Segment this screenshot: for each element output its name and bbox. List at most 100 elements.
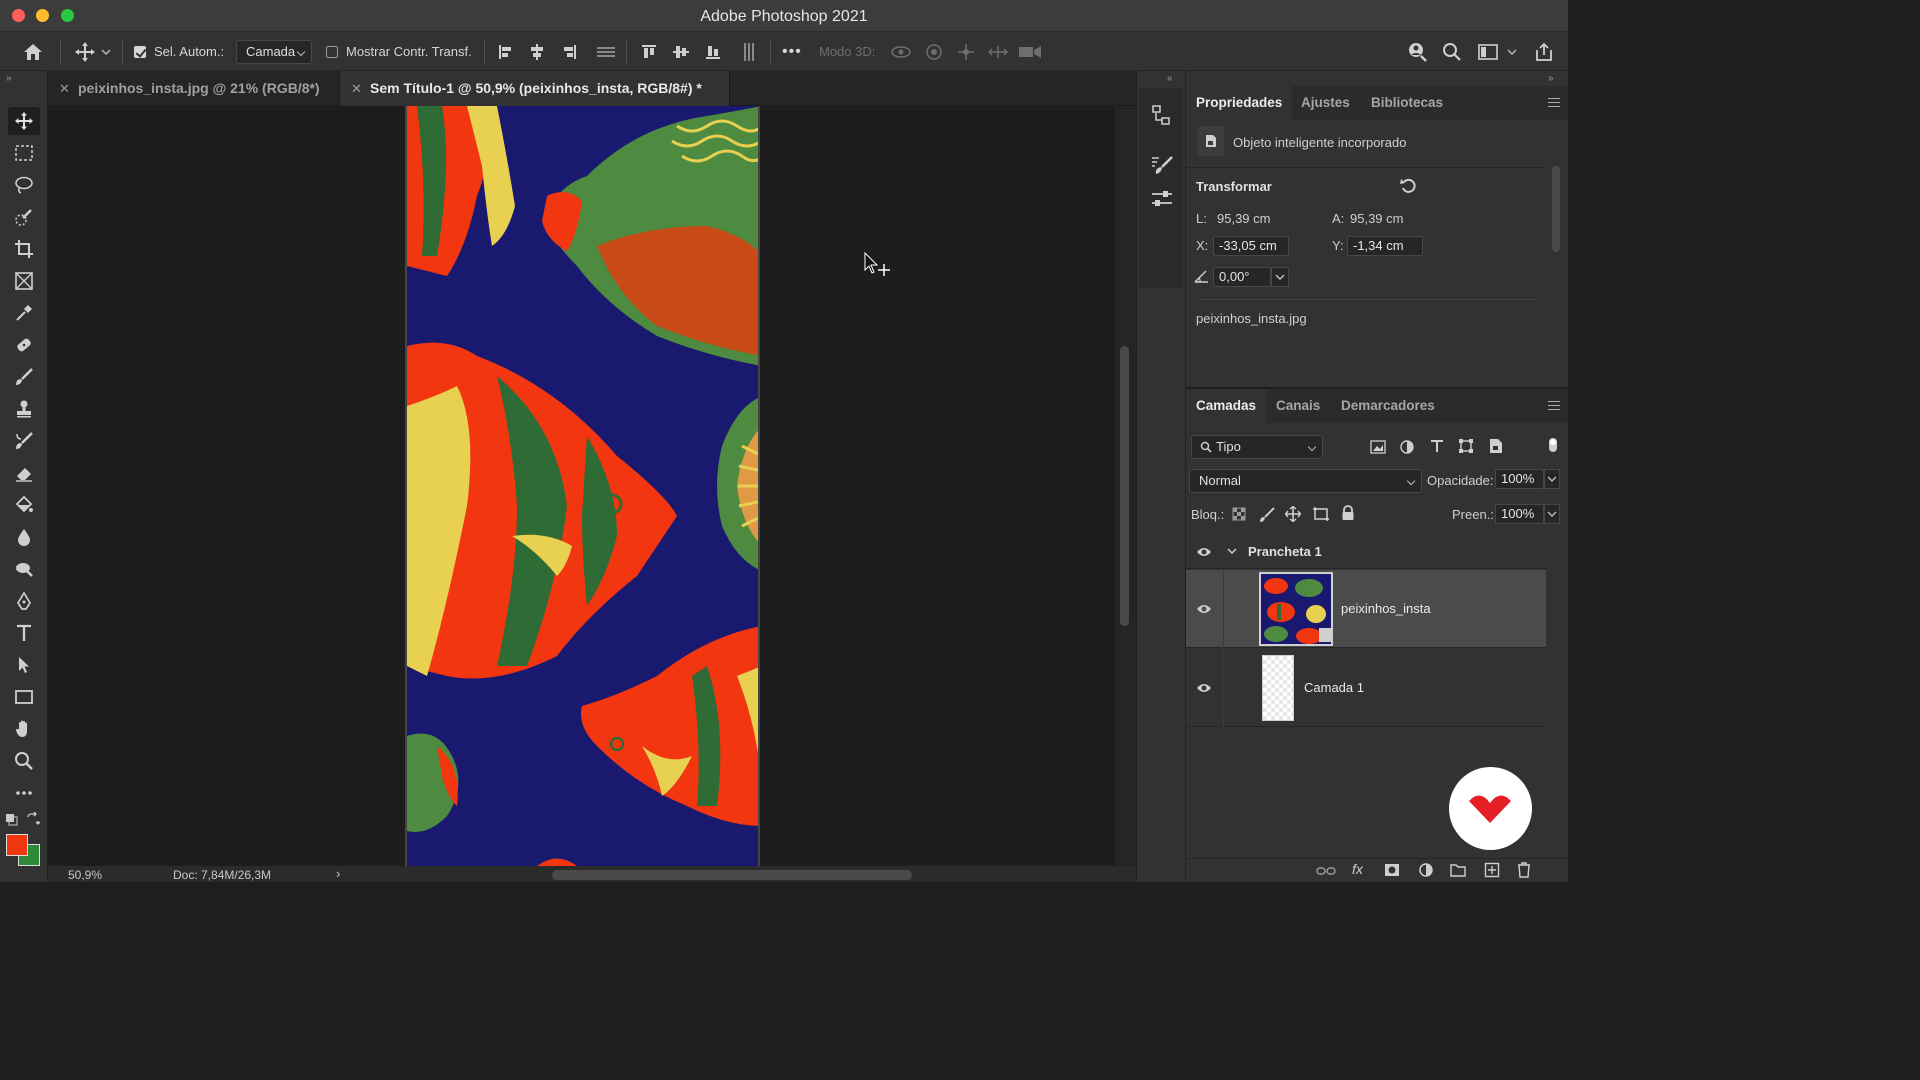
panel-menu-icon[interactable] — [1548, 98, 1560, 107]
checkbox-unchecked-icon[interactable] — [326, 45, 338, 58]
properties-scrollbar[interactable] — [1552, 166, 1560, 252]
fill-chevron-icon[interactable] — [1544, 504, 1560, 524]
close-tab-icon[interactable]: ✕ — [59, 71, 70, 106]
lock-artboard-icon[interactable] — [1312, 506, 1330, 525]
swap-colors-icon[interactable] — [26, 811, 41, 829]
filter-type-layer-icon[interactable] — [1429, 438, 1445, 457]
tab-bibliotecas[interactable]: Bibliotecas — [1361, 86, 1453, 120]
add-mask-icon[interactable] — [1384, 863, 1400, 880]
marquee-tool-icon[interactable] — [8, 139, 40, 167]
search-icon[interactable] — [1442, 32, 1462, 71]
new-layer-icon[interactable] — [1484, 862, 1500, 881]
layer-row[interactable]: Camada 1 — [1186, 649, 1546, 727]
tab-sem-titulo-1[interactable]: ✕ Sem Título-1 @ 50,9% (peixinhos_insta,… — [340, 71, 730, 106]
zoom-level[interactable]: 50,9% — [68, 868, 102, 882]
tab-demarcadores[interactable]: Demarcadores — [1331, 389, 1445, 423]
lock-transparent-pixels-icon[interactable] — [1232, 507, 1246, 524]
blur-tool-icon[interactable] — [8, 523, 40, 551]
blend-mode-dropdown[interactable]: Normal — [1189, 469, 1422, 493]
tab-canais[interactable]: Canais — [1266, 389, 1330, 423]
frame-tool-icon[interactable] — [8, 267, 40, 295]
lasso-tool-icon[interactable] — [8, 171, 40, 199]
share-icon[interactable] — [1534, 32, 1554, 71]
auto-select-checkbox[interactable]: Sel. Autom.: — [134, 32, 224, 71]
filter-toggle-icon[interactable] — [1548, 437, 1558, 453]
home-icon[interactable] — [22, 32, 44, 71]
3d-slide-icon[interactable] — [988, 32, 1008, 71]
adjustments-panel-icon[interactable] — [1150, 188, 1174, 213]
x-position-field[interactable]: -33,05 cm — [1213, 236, 1289, 256]
vertical-scrollbar[interactable] — [1115, 106, 1136, 866]
align-bottom-icon[interactable] — [704, 32, 722, 71]
align-top-icon[interactable] — [640, 32, 658, 71]
workspace-icon[interactable] — [1478, 32, 1518, 71]
filter-shape-layer-icon[interactable] — [1458, 438, 1474, 457]
more-options-button[interactable]: ••• — [782, 32, 802, 71]
distribute-vertical-icon[interactable] — [596, 32, 616, 71]
history-brush-tool-icon[interactable] — [8, 427, 40, 455]
eye-visibility-icon[interactable] — [1196, 546, 1212, 561]
reset-transform-icon[interactable] — [1399, 176, 1419, 199]
zoom-tool-icon[interactable] — [8, 747, 40, 775]
layer-filter-dropdown[interactable]: Tipo — [1191, 435, 1323, 459]
paint-bucket-tool-icon[interactable] — [8, 491, 40, 519]
collapse-dock-icon[interactable]: « — [1167, 73, 1173, 84]
lock-all-icon[interactable] — [1341, 505, 1355, 524]
layer-style-fx-icon[interactable]: fx — [1352, 861, 1363, 877]
layer-group-row[interactable]: Prancheta 1 — [1186, 535, 1546, 569]
distribute-horizontal-icon[interactable] — [740, 32, 758, 71]
dodge-tool-icon[interactable] — [8, 555, 40, 583]
default-colors-icon[interactable] — [5, 813, 19, 830]
show-transform-controls-checkbox[interactable]: Mostrar Contr. Transf. — [326, 32, 472, 71]
move-tool-icon[interactable] — [8, 107, 40, 135]
opacity-field[interactable]: 100% — [1495, 469, 1544, 489]
foreground-color-swatch[interactable] — [6, 834, 28, 856]
eyedropper-tool-icon[interactable] — [8, 299, 40, 327]
collapse-panels-icon[interactable]: » — [1548, 73, 1554, 84]
width-value[interactable]: 95,39 cm — [1217, 211, 1270, 226]
layer-row[interactable]: peixinhos_insta — [1186, 570, 1546, 648]
artboard-prancheta-1[interactable] — [405, 106, 760, 866]
search-people-icon[interactable] — [1406, 32, 1428, 71]
y-position-field[interactable]: -1,34 cm — [1347, 236, 1423, 256]
move-tool-preset-icon[interactable] — [74, 32, 112, 71]
opacity-chevron-icon[interactable] — [1544, 469, 1560, 489]
path-selection-tool-icon[interactable] — [8, 651, 40, 679]
expand-toolbar-icon[interactable]: » — [6, 73, 12, 84]
tab-propriedades[interactable]: Propriedades — [1186, 86, 1293, 120]
eye-visibility-icon[interactable] — [1196, 603, 1212, 618]
checkbox-checked-icon[interactable] — [134, 45, 146, 58]
filter-pixel-layer-icon[interactable] — [1370, 439, 1386, 458]
link-layers-icon[interactable] — [1316, 864, 1336, 881]
tab-camadas[interactable]: Camadas — [1186, 389, 1267, 423]
angle-dropdown-chevron-icon[interactable] — [1271, 267, 1289, 287]
rectangle-tool-icon[interactable] — [8, 683, 40, 711]
crop-tool-icon[interactable] — [8, 235, 40, 263]
lock-image-pixels-icon[interactable] — [1259, 507, 1275, 526]
filter-adjustment-layer-icon[interactable] — [1399, 439, 1415, 458]
align-left-icon[interactable] — [497, 32, 515, 71]
tab-ajustes[interactable]: Ajustes — [1291, 86, 1360, 120]
new-group-folder-icon[interactable] — [1450, 863, 1466, 880]
3d-pan-icon[interactable] — [956, 32, 976, 71]
new-adjustment-layer-icon[interactable] — [1418, 862, 1434, 881]
align-horizontal-center-icon[interactable] — [528, 32, 546, 71]
fill-field[interactable]: 100% — [1495, 504, 1544, 524]
quick-selection-tool-icon[interactable] — [8, 203, 40, 231]
delete-layer-trash-icon[interactable] — [1516, 862, 1532, 881]
3d-camera-icon[interactable] — [1018, 32, 1044, 71]
rotation-angle-field[interactable]: 0,00° — [1213, 267, 1271, 287]
3d-roll-icon[interactable] — [924, 32, 944, 71]
3d-orbit-icon[interactable] — [890, 32, 912, 71]
auto-select-target-dropdown[interactable]: Camada — [236, 39, 312, 64]
align-vertical-center-icon[interactable] — [672, 32, 690, 71]
status-menu-arrow-icon[interactable]: › — [336, 866, 340, 881]
clone-stamp-tool-icon[interactable] — [8, 395, 40, 423]
align-right-icon[interactable] — [560, 32, 578, 71]
horizontal-scrollbar[interactable] — [552, 870, 912, 880]
more-tools-icon[interactable] — [8, 779, 40, 807]
eraser-tool-icon[interactable] — [8, 459, 40, 487]
height-value[interactable]: 95,39 cm — [1350, 211, 1403, 226]
history-panel-icon[interactable] — [1150, 104, 1172, 129]
eye-visibility-icon[interactable] — [1196, 682, 1212, 697]
